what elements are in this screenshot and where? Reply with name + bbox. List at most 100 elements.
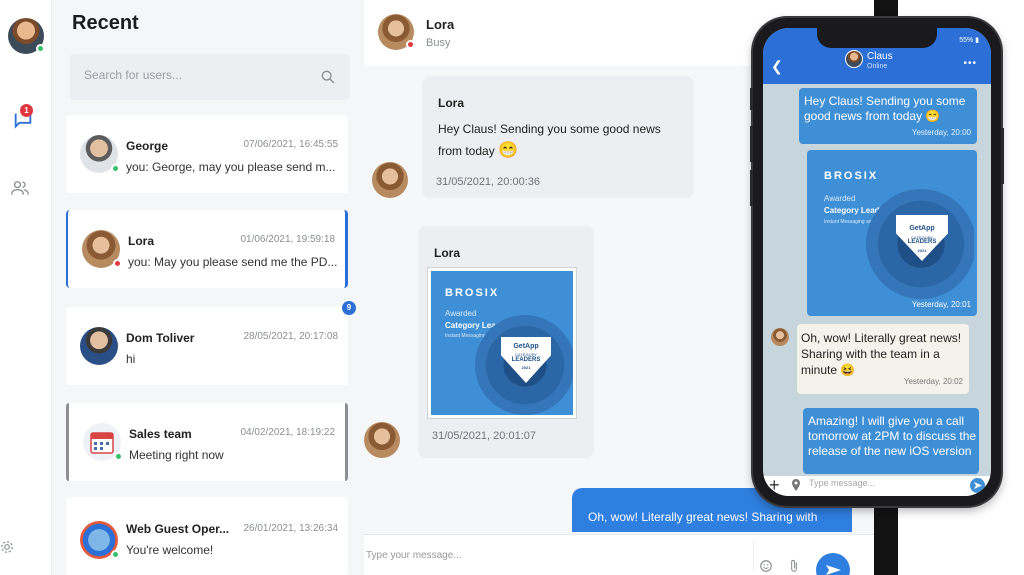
phone-button — [750, 126, 753, 162]
message-text: Oh, wow! Literally great news! Sharing w… — [801, 330, 965, 378]
message-sender: Lora — [434, 246, 461, 260]
message-composer — [364, 534, 874, 575]
message-time: 31/05/2021, 20:00:36 — [436, 176, 540, 188]
message-preview: hi — [126, 352, 136, 366]
phone-incoming-bubble: Oh, wow! Literally great news! Sharing w… — [797, 324, 969, 394]
more-icon[interactable]: ••• — [963, 58, 977, 69]
phone-button — [750, 88, 753, 110]
send-button[interactable] — [816, 553, 850, 575]
contact-status: Online — [867, 63, 888, 70]
conversation-item-web-guest[interactable]: Web Guest Oper... 26/01/2021, 13:26:34 Y… — [66, 497, 348, 575]
page-title: Recent — [72, 12, 139, 34]
award-brand: BROSIX — [445, 287, 500, 299]
award-image[interactable]: BROSIX Awarded Category Leader Instant M… — [810, 153, 974, 299]
phone-notch — [817, 28, 937, 48]
gear-icon[interactable] — [0, 540, 14, 554]
contact-name: Claus — [867, 51, 893, 62]
emoji-icon[interactable] — [759, 559, 773, 573]
globe-icon — [80, 521, 120, 559]
laugh-emoji: 😆 — [840, 363, 856, 377]
timestamp: 04/02/2021, 18:19:22 — [240, 427, 335, 438]
online-status-dot — [111, 164, 120, 173]
phone-composer: + — [763, 475, 991, 496]
send-icon — [826, 565, 841, 575]
online-status-dot — [36, 44, 45, 53]
timestamp: 28/05/2021, 20:17:08 — [243, 331, 338, 342]
award-image[interactable]: BROSIX Awarded Category Leader Instant M… — [428, 268, 576, 418]
award-line1: Awarded — [445, 309, 477, 318]
message-text: Amazing! I will give you a call tomorrow… — [808, 414, 977, 458]
online-status-dot — [111, 550, 120, 559]
avatar — [82, 230, 122, 268]
message-bubble: Lora Hey Claus! Sending you some good ne… — [422, 76, 694, 198]
outgoing-text: Oh, wow! Literally great news! Sharing w… — [588, 510, 818, 524]
search-box — [70, 54, 350, 100]
contact-avatar — [845, 50, 863, 68]
calendar-icon — [83, 423, 123, 461]
icon-rail: 1 — [0, 0, 52, 575]
attachment-icon[interactable] — [788, 559, 800, 573]
search-icon[interactable] — [320, 69, 336, 85]
recent-panel: Recent George 07/06/2021, 16:45:55 you: … — [52, 0, 364, 575]
unread-count-badge: 9 — [342, 301, 356, 315]
message-text: Hey Claus! Sending you some good news fr… — [438, 118, 678, 162]
avatar — [80, 327, 118, 365]
phone-button — [750, 170, 753, 206]
badge-main: LEADERS — [511, 357, 541, 363]
message-body: Hey Claus! Sending you some good news fr… — [438, 122, 661, 158]
battery-status: 55% ▮ — [959, 37, 979, 44]
message-body: Oh, wow! Literally great news! Sharing w… — [801, 331, 962, 377]
message-time: Yesterday, 20:00 — [911, 128, 971, 137]
message-sender: Lora — [438, 96, 465, 110]
award-brand: BROSIX — [824, 170, 879, 182]
contact-name: George — [126, 139, 169, 153]
users-icon[interactable] — [10, 178, 30, 198]
location-pin-icon[interactable] — [791, 479, 801, 491]
phone-image-bubble: BROSIX Awarded Category Leader Instant M… — [807, 150, 977, 316]
contact-name: Sales team — [129, 427, 192, 441]
contact-name: Lora — [128, 234, 155, 248]
message-preview: Meeting right now — [129, 448, 224, 462]
online-status-dot — [114, 452, 123, 461]
phone-send-button[interactable] — [970, 478, 985, 493]
grin-emoji: 😁 — [498, 142, 518, 159]
message-text: Hey Claus! Sending you some good news fr… — [804, 94, 976, 124]
conversation-item-dom-toliver[interactable]: Dom Toliver 28/05/2021, 20:17:08 hi 9 — [66, 301, 356, 385]
message-preview: you: May you please send me the PD... — [128, 255, 338, 269]
timestamp: 26/01/2021, 13:26:34 — [243, 523, 338, 534]
search-input[interactable] — [84, 68, 304, 82]
message-time: Yesterday, 20:02 — [903, 377, 963, 386]
conversation-item-lora[interactable]: Lora 01/06/2021, 19:59:18 you: May you p… — [66, 210, 348, 288]
phone-mockup: 55% ▮ ❮ Claus Online ••• Hey Claus! Send… — [750, 18, 1004, 506]
phone-outgoing-bubble: Amazing! I will give you a call tomorrow… — [803, 408, 979, 474]
phone-message-input[interactable] — [809, 478, 949, 488]
unread-badge: 1 — [20, 104, 33, 117]
contact-name: Web Guest Oper... — [126, 522, 230, 536]
message-time: Yesterday, 20:01 — [911, 300, 971, 309]
message-input[interactable] — [364, 541, 754, 569]
contact-name: Dom Toliver — [126, 331, 195, 345]
phone-outgoing-bubble: Hey Claus! Sending you some good news fr… — [799, 88, 977, 144]
contact-name: Lora — [426, 17, 455, 32]
conversation-item-george[interactable]: George 07/06/2021, 16:45:55 you: George,… — [66, 115, 348, 193]
badge-top: GetApp — [513, 343, 539, 350]
message-body: Hey Claus! Sending you some good news fr… — [804, 94, 966, 123]
user-avatar[interactable] — [8, 18, 45, 54]
send-icon — [974, 482, 982, 489]
contact-avatar[interactable] — [378, 14, 415, 50]
phone-screen: 55% ▮ ❮ Claus Online ••• Hey Claus! Send… — [763, 28, 991, 496]
busy-status-dot — [406, 40, 415, 49]
avatar — [80, 135, 120, 173]
message-preview: you: George, may you please send m... — [126, 160, 336, 174]
image-message-bubble: Lora BROSIX Awarded Category Leader Inst… — [418, 226, 594, 458]
back-icon[interactable]: ❮ — [771, 58, 783, 75]
phone-button — [1001, 128, 1004, 184]
plus-icon[interactable]: + — [769, 475, 780, 496]
timestamp: 01/06/2021, 19:59:18 — [240, 234, 335, 245]
sender-avatar — [364, 422, 400, 458]
timestamp: 07/06/2021, 16:45:55 — [243, 139, 338, 150]
message-preview: You're welcome! — [126, 543, 214, 557]
sender-avatar — [771, 328, 789, 346]
conversation-item-sales-team[interactable]: Sales team 04/02/2021, 18:19:22 Meeting … — [66, 403, 348, 481]
message-time: 31/05/2021, 20:01:07 — [432, 430, 536, 442]
